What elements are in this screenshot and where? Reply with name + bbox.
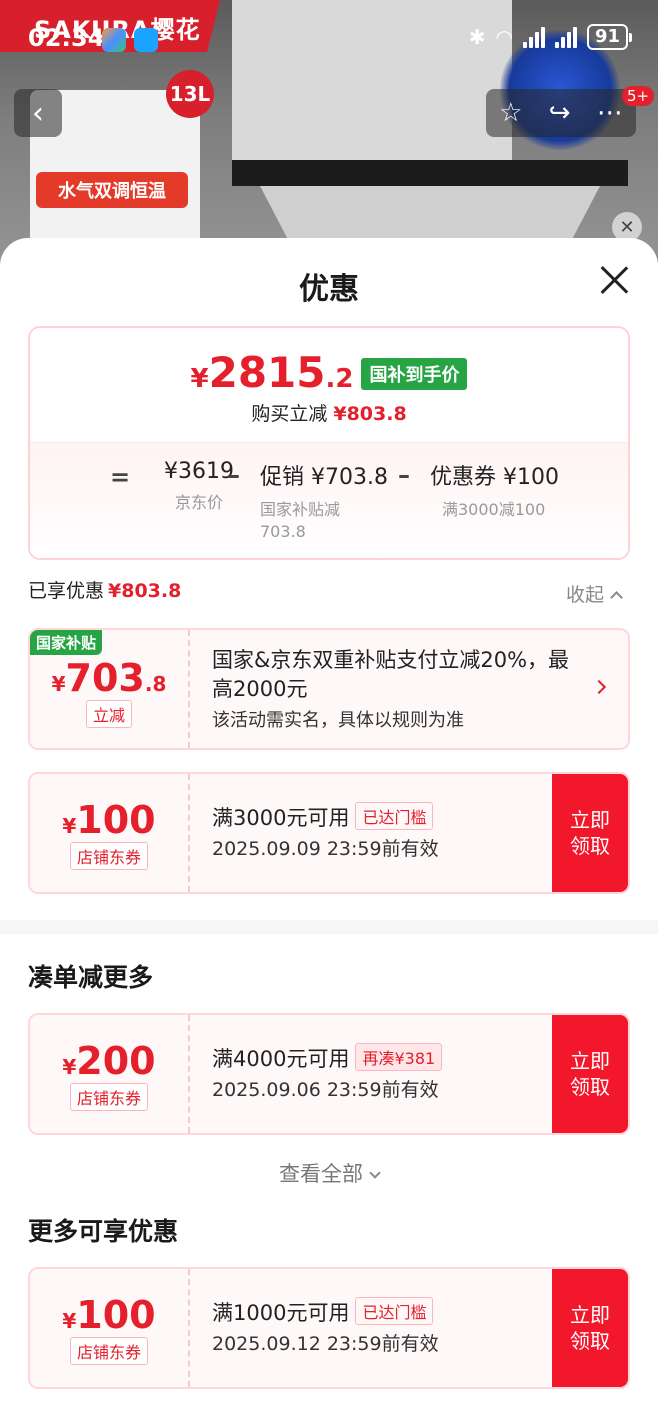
subsidy-sub-tag: 立减 bbox=[85, 700, 132, 728]
reduce-value: ¥803.8 bbox=[333, 403, 407, 425]
minus-sign: – bbox=[228, 461, 240, 489]
subsidy-details: 国家&京东双重补贴支付立减20%，最高2000元 该活动需实名，具体以规则为准 bbox=[212, 630, 628, 748]
view-all-link[interactable]: 查看全部 bbox=[0, 1158, 658, 1188]
status-time: 02:34 bbox=[28, 24, 105, 52]
coupon-status: 已达门槛 bbox=[355, 1297, 434, 1325]
subsidy-amount-block: 国家补贴 ¥703.8 立减 bbox=[30, 630, 190, 748]
back-button[interactable]: ‹ bbox=[14, 89, 62, 137]
message-notification-icon bbox=[134, 28, 158, 52]
capacity-badge: 13L bbox=[166, 70, 214, 118]
price-summary: ¥2815.2 国补到手价 购买立减 ¥803.8 = ¥3619 京东价 – 促… bbox=[28, 326, 630, 560]
signal-icon-2 bbox=[554, 26, 577, 48]
favorite-icon[interactable]: ☆ bbox=[499, 98, 522, 128]
nav-actions: ☆ ↪ ⋯ bbox=[486, 89, 636, 137]
range-hood-panel bbox=[232, 160, 628, 186]
battery-indicator: 91 bbox=[586, 24, 633, 50]
close-button[interactable] bbox=[596, 262, 632, 298]
coupon-type: 店铺东券 bbox=[69, 1337, 148, 1365]
app-notification-icon bbox=[102, 28, 126, 52]
subsidy-card[interactable]: 国家补贴 ¥703.8 立减 国家&京东双重补贴支付立减20%，最高2000元 … bbox=[28, 628, 630, 750]
coupon-amount: ¥100 bbox=[62, 798, 156, 842]
coupon-status: 再凑¥381 bbox=[355, 1043, 443, 1071]
bluetooth-icon: ✱ bbox=[468, 25, 486, 49]
final-price-block: ¥2815.2 国补到手价 购买立减 ¥803.8 bbox=[30, 328, 628, 442]
coupon-amount-block: ¥100 店铺东券 bbox=[30, 774, 190, 892]
status-icons: ✱ ◠ 91 bbox=[468, 24, 633, 50]
reduce-row: 购买立减 ¥803.8 bbox=[30, 399, 628, 426]
collapse-toggle[interactable]: 收起 bbox=[566, 580, 623, 607]
range-hood-base bbox=[260, 186, 600, 238]
sheet-title: 优惠 bbox=[299, 272, 359, 307]
coupon-amount-block: ¥100 店铺东券 bbox=[30, 1269, 190, 1387]
share-icon[interactable]: ↪ bbox=[549, 98, 571, 128]
enjoyed-discount: 已享优惠 ¥803.8 bbox=[28, 580, 182, 602]
price-breakdown: = ¥3619 京东价 – 促销 ¥703.8 国家补贴减 703.8 – 优惠… bbox=[30, 442, 628, 558]
chevron-up-icon bbox=[610, 591, 623, 604]
message-count-badge: 5+ bbox=[622, 86, 655, 106]
subsidy-title: 国家&京东双重补贴支付立减20%，最高2000元 bbox=[212, 648, 570, 701]
promotion-component: 促销 ¥703.8 国家补贴减 703.8 bbox=[260, 465, 388, 541]
final-price-tag: 国补到手价 bbox=[361, 358, 468, 390]
wifi-icon: ◠ bbox=[495, 25, 513, 49]
coupon-amount: ¥100 bbox=[62, 1293, 156, 1337]
discount-sheet: 优惠 ¥2815.2 国补到手价 购买立减 ¥803.8 = ¥3619 京东价 … bbox=[0, 238, 658, 1416]
section-divider bbox=[0, 920, 658, 934]
claim-button[interactable]: 立即 领取 bbox=[552, 774, 628, 892]
subsidy-amount: ¥703.8 bbox=[51, 656, 167, 700]
more-icon[interactable]: ⋯ bbox=[597, 98, 623, 128]
chevron-down-icon bbox=[369, 1167, 381, 1179]
final-price: ¥2815.2 bbox=[190, 348, 354, 397]
coupon-type: 店铺东券 bbox=[69, 842, 148, 870]
final-price-row: ¥2815.2 国补到手价 bbox=[30, 328, 628, 397]
equals-sign: = bbox=[110, 463, 131, 491]
status-bar: 02:34 ✱ ◠ 91 bbox=[0, 22, 658, 58]
coupon-amount-block: ¥200 店铺东券 bbox=[30, 1015, 190, 1133]
coupon-amount: ¥200 bbox=[62, 1039, 156, 1083]
more-discount-title: 凑单减更多 bbox=[28, 963, 154, 992]
signal-icon bbox=[522, 26, 545, 48]
subsidy-tag: 国家补贴 bbox=[30, 630, 103, 655]
feature-label: 水气双调恒温 bbox=[36, 172, 188, 208]
coupon-type: 店铺东券 bbox=[69, 1083, 148, 1111]
coupon-component: 优惠券 ¥100 满3000减100 bbox=[430, 465, 559, 519]
reduce-label: 购买立减 bbox=[251, 403, 328, 425]
coupon-card: ¥200 店铺东券 满4000元可用 再凑¥381 2025.09.06 23:5… bbox=[28, 1013, 630, 1135]
more-available-title: 更多可享优惠 bbox=[28, 1217, 179, 1246]
minus-sign-2: – bbox=[398, 461, 410, 489]
coupon-card: ¥100 店铺东券 满1000元可用 已达门槛 2025.09.12 23:59前… bbox=[28, 1267, 630, 1389]
claim-button[interactable]: 立即 领取 bbox=[552, 1015, 628, 1133]
claim-button[interactable]: 立即 领取 bbox=[552, 1269, 628, 1387]
coupon-card: ¥100 店铺东券 满3000元可用 已达门槛 2025.09.09 23:59前… bbox=[28, 772, 630, 894]
subsidy-note: 该活动需实名，具体以规则为准 bbox=[212, 710, 464, 731]
coupon-status: 已达门槛 bbox=[355, 802, 434, 830]
